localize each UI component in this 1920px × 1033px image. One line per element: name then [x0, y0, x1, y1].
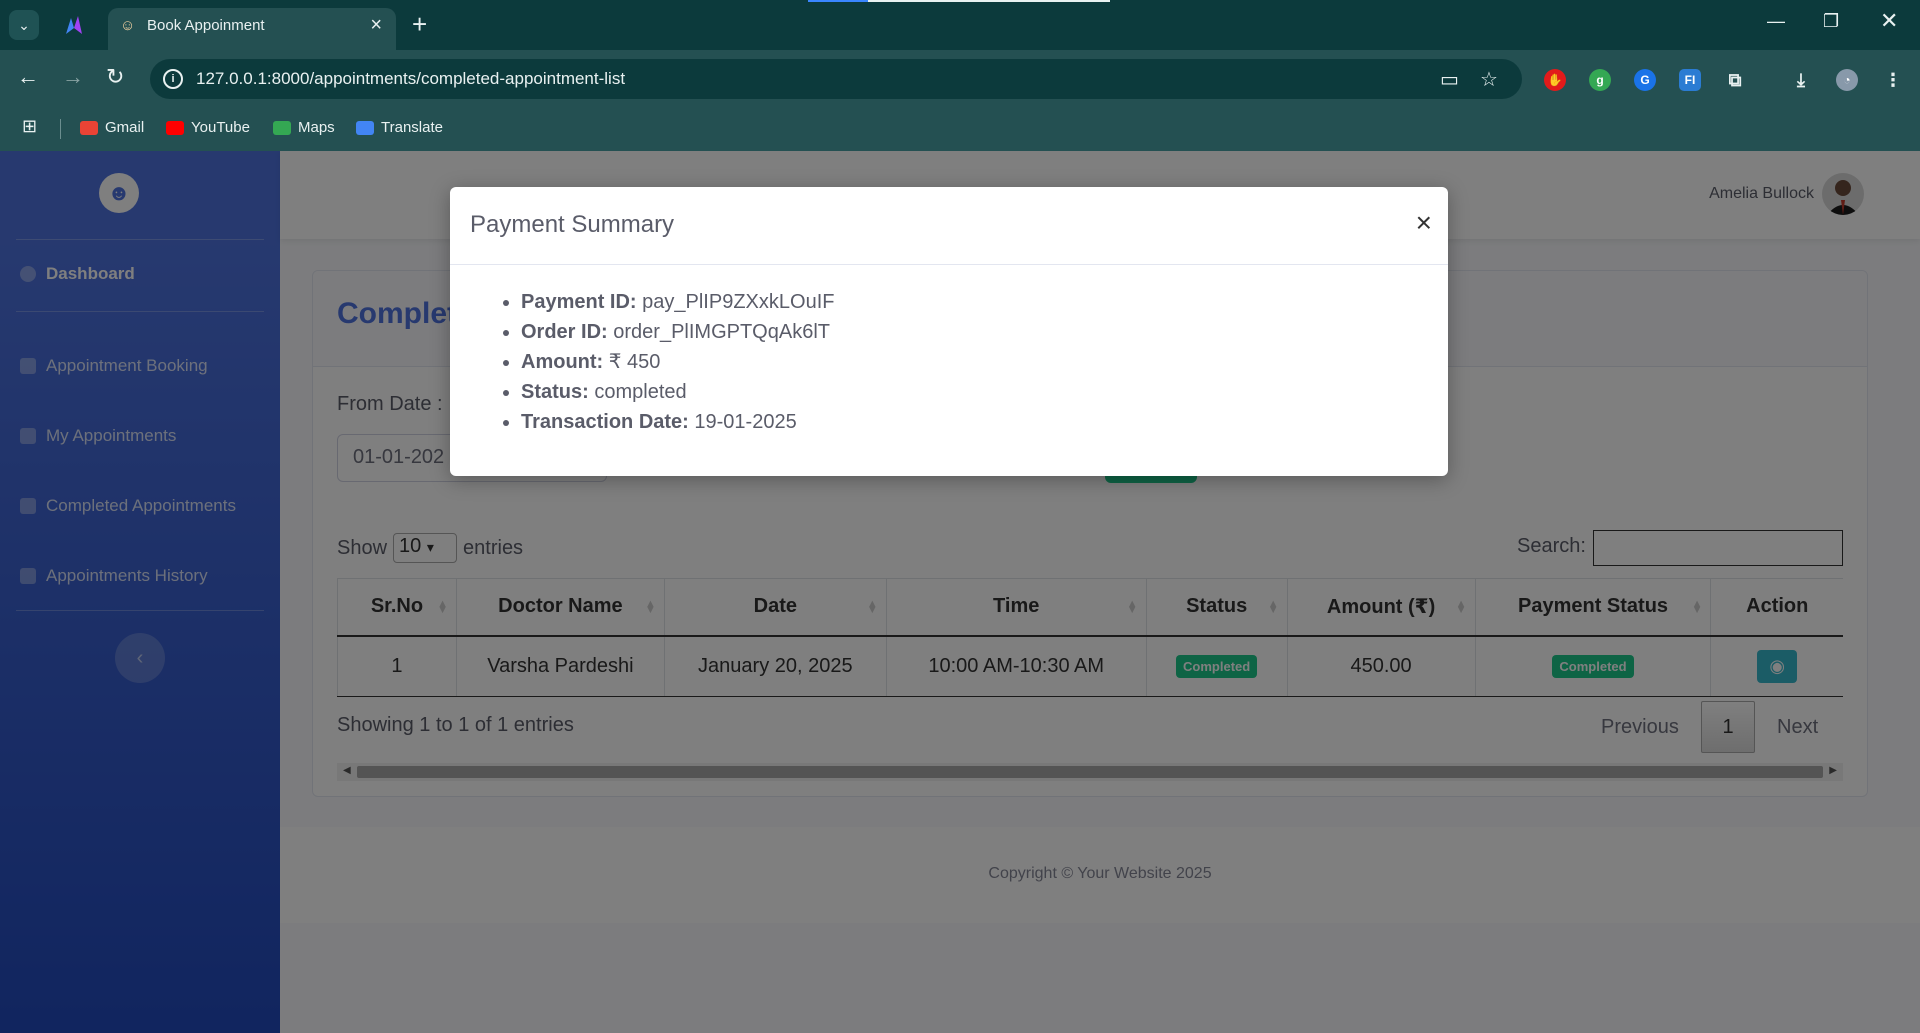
gmail-icon: [80, 120, 98, 135]
new-tab-button[interactable]: +: [412, 9, 427, 40]
extensions-puzzle-icon[interactable]: ⧉: [1724, 69, 1746, 91]
bookmark-divider: [60, 119, 61, 139]
field-label: Payment ID:: [521, 291, 637, 313]
browser-toolbar: ← → ↻ i 127.0.0.1:8000/appointments/comp…: [0, 50, 1920, 107]
grammarly-extension-icon[interactable]: G: [1634, 69, 1656, 91]
bookmark-star-icon[interactable]: ☆: [1480, 67, 1498, 92]
bookmark-translate[interactable]: Translate: [356, 119, 443, 136]
browser-chrome: ⌄ ☺ Book Appoinment × + — ❐ ✕ ← → ↻ i 12…: [0, 0, 1920, 151]
download-icon[interactable]: ⤓: [1790, 69, 1812, 91]
forward-button[interactable]: →: [62, 64, 84, 90]
field-value: ₹ 450: [608, 351, 661, 373]
bookmark-youtube-label: YouTube: [191, 119, 250, 136]
list-item-status: Status: completed: [521, 377, 1428, 407]
extension-green-icon[interactable]: g: [1589, 69, 1611, 91]
list-item-order-id: Order ID: order_PlIMGPTQqAk6lT: [521, 317, 1428, 347]
chevron-down-icon: ⌄: [18, 16, 30, 33]
maps-icon: [273, 120, 291, 135]
apps-grid-icon[interactable]: ⊞: [22, 116, 37, 137]
field-value: completed: [594, 381, 687, 403]
payment-details-list: Payment ID: pay_PlIP9ZXxkLOuIF Order ID:…: [521, 287, 1428, 437]
field-label: Order ID:: [521, 321, 608, 343]
minimize-button[interactable]: —: [1767, 11, 1785, 32]
field-label: Status:: [521, 381, 589, 403]
close-tab-icon[interactable]: ×: [370, 14, 382, 37]
doctor-favicon-icon: ☺: [120, 17, 136, 34]
translate-icon: [356, 120, 374, 135]
bookmark-maps[interactable]: Maps: [273, 119, 335, 136]
address-bar[interactable]: i 127.0.0.1:8000/appointments/completed-…: [150, 59, 1522, 99]
field-value: order_PlIMGPTQqAk6lT: [613, 321, 830, 343]
tab-title: Book Appoinment: [147, 17, 265, 34]
tab-strip: ⌄ ☺ Book Appoinment × + — ❐ ✕: [0, 0, 1920, 50]
url-text[interactable]: 127.0.0.1:8000/appointments/completed-ap…: [196, 69, 625, 89]
close-icon[interactable]: ×: [1416, 207, 1432, 239]
youtube-icon: [166, 120, 184, 135]
bookmark-maps-label: Maps: [298, 119, 335, 136]
field-value: 19-01-2025: [694, 411, 797, 433]
extension-fi-icon[interactable]: FI: [1679, 69, 1701, 91]
tab-book-appointment[interactable]: ☺ Book Appoinment ×: [108, 8, 396, 50]
profile-avatar-icon[interactable]: ◔: [1836, 69, 1858, 91]
browser-menu-icon[interactable]: ⋮: [1882, 69, 1904, 91]
reload-button[interactable]: ↻: [106, 64, 124, 90]
app-logo-icon: [66, 16, 82, 34]
bookmark-translate-label: Translate: [381, 119, 443, 136]
bookmarks-bar: ⊞ Gmail YouTube Maps Translate: [0, 107, 1920, 151]
field-value: pay_PlIP9ZXxkLOuIF: [642, 291, 835, 313]
bookmark-gmail[interactable]: Gmail: [80, 119, 144, 136]
modal-header: Payment Summary ×: [450, 187, 1448, 265]
site-info-icon[interactable]: i: [163, 69, 183, 89]
list-item-amount: Amount: ₹ 450: [521, 347, 1428, 377]
modal-body: Payment ID: pay_PlIP9ZXxkLOuIF Order ID:…: [450, 265, 1448, 437]
list-item-transaction-date: Transaction Date: 19-01-2025: [521, 407, 1428, 437]
card-icon[interactable]: ▭: [1440, 67, 1459, 92]
bookmark-youtube[interactable]: YouTube: [166, 119, 250, 136]
loading-progress-bar: [808, 0, 1110, 2]
modal-title: Payment Summary: [470, 211, 675, 238]
adblock-extension-icon[interactable]: ✋: [1544, 69, 1566, 91]
tab-search-button[interactable]: ⌄: [9, 10, 39, 40]
field-label: Transaction Date:: [521, 411, 689, 433]
payment-summary-modal: Payment Summary × Payment ID: pay_PlIP9Z…: [450, 187, 1448, 476]
restore-button[interactable]: ❐: [1823, 11, 1839, 32]
field-label: Amount:: [521, 351, 604, 373]
list-item-payment-id: Payment ID: pay_PlIP9ZXxkLOuIF: [521, 287, 1428, 317]
close-window-button[interactable]: ✕: [1880, 8, 1898, 34]
back-button[interactable]: ←: [17, 64, 39, 90]
bookmark-gmail-label: Gmail: [105, 119, 145, 136]
